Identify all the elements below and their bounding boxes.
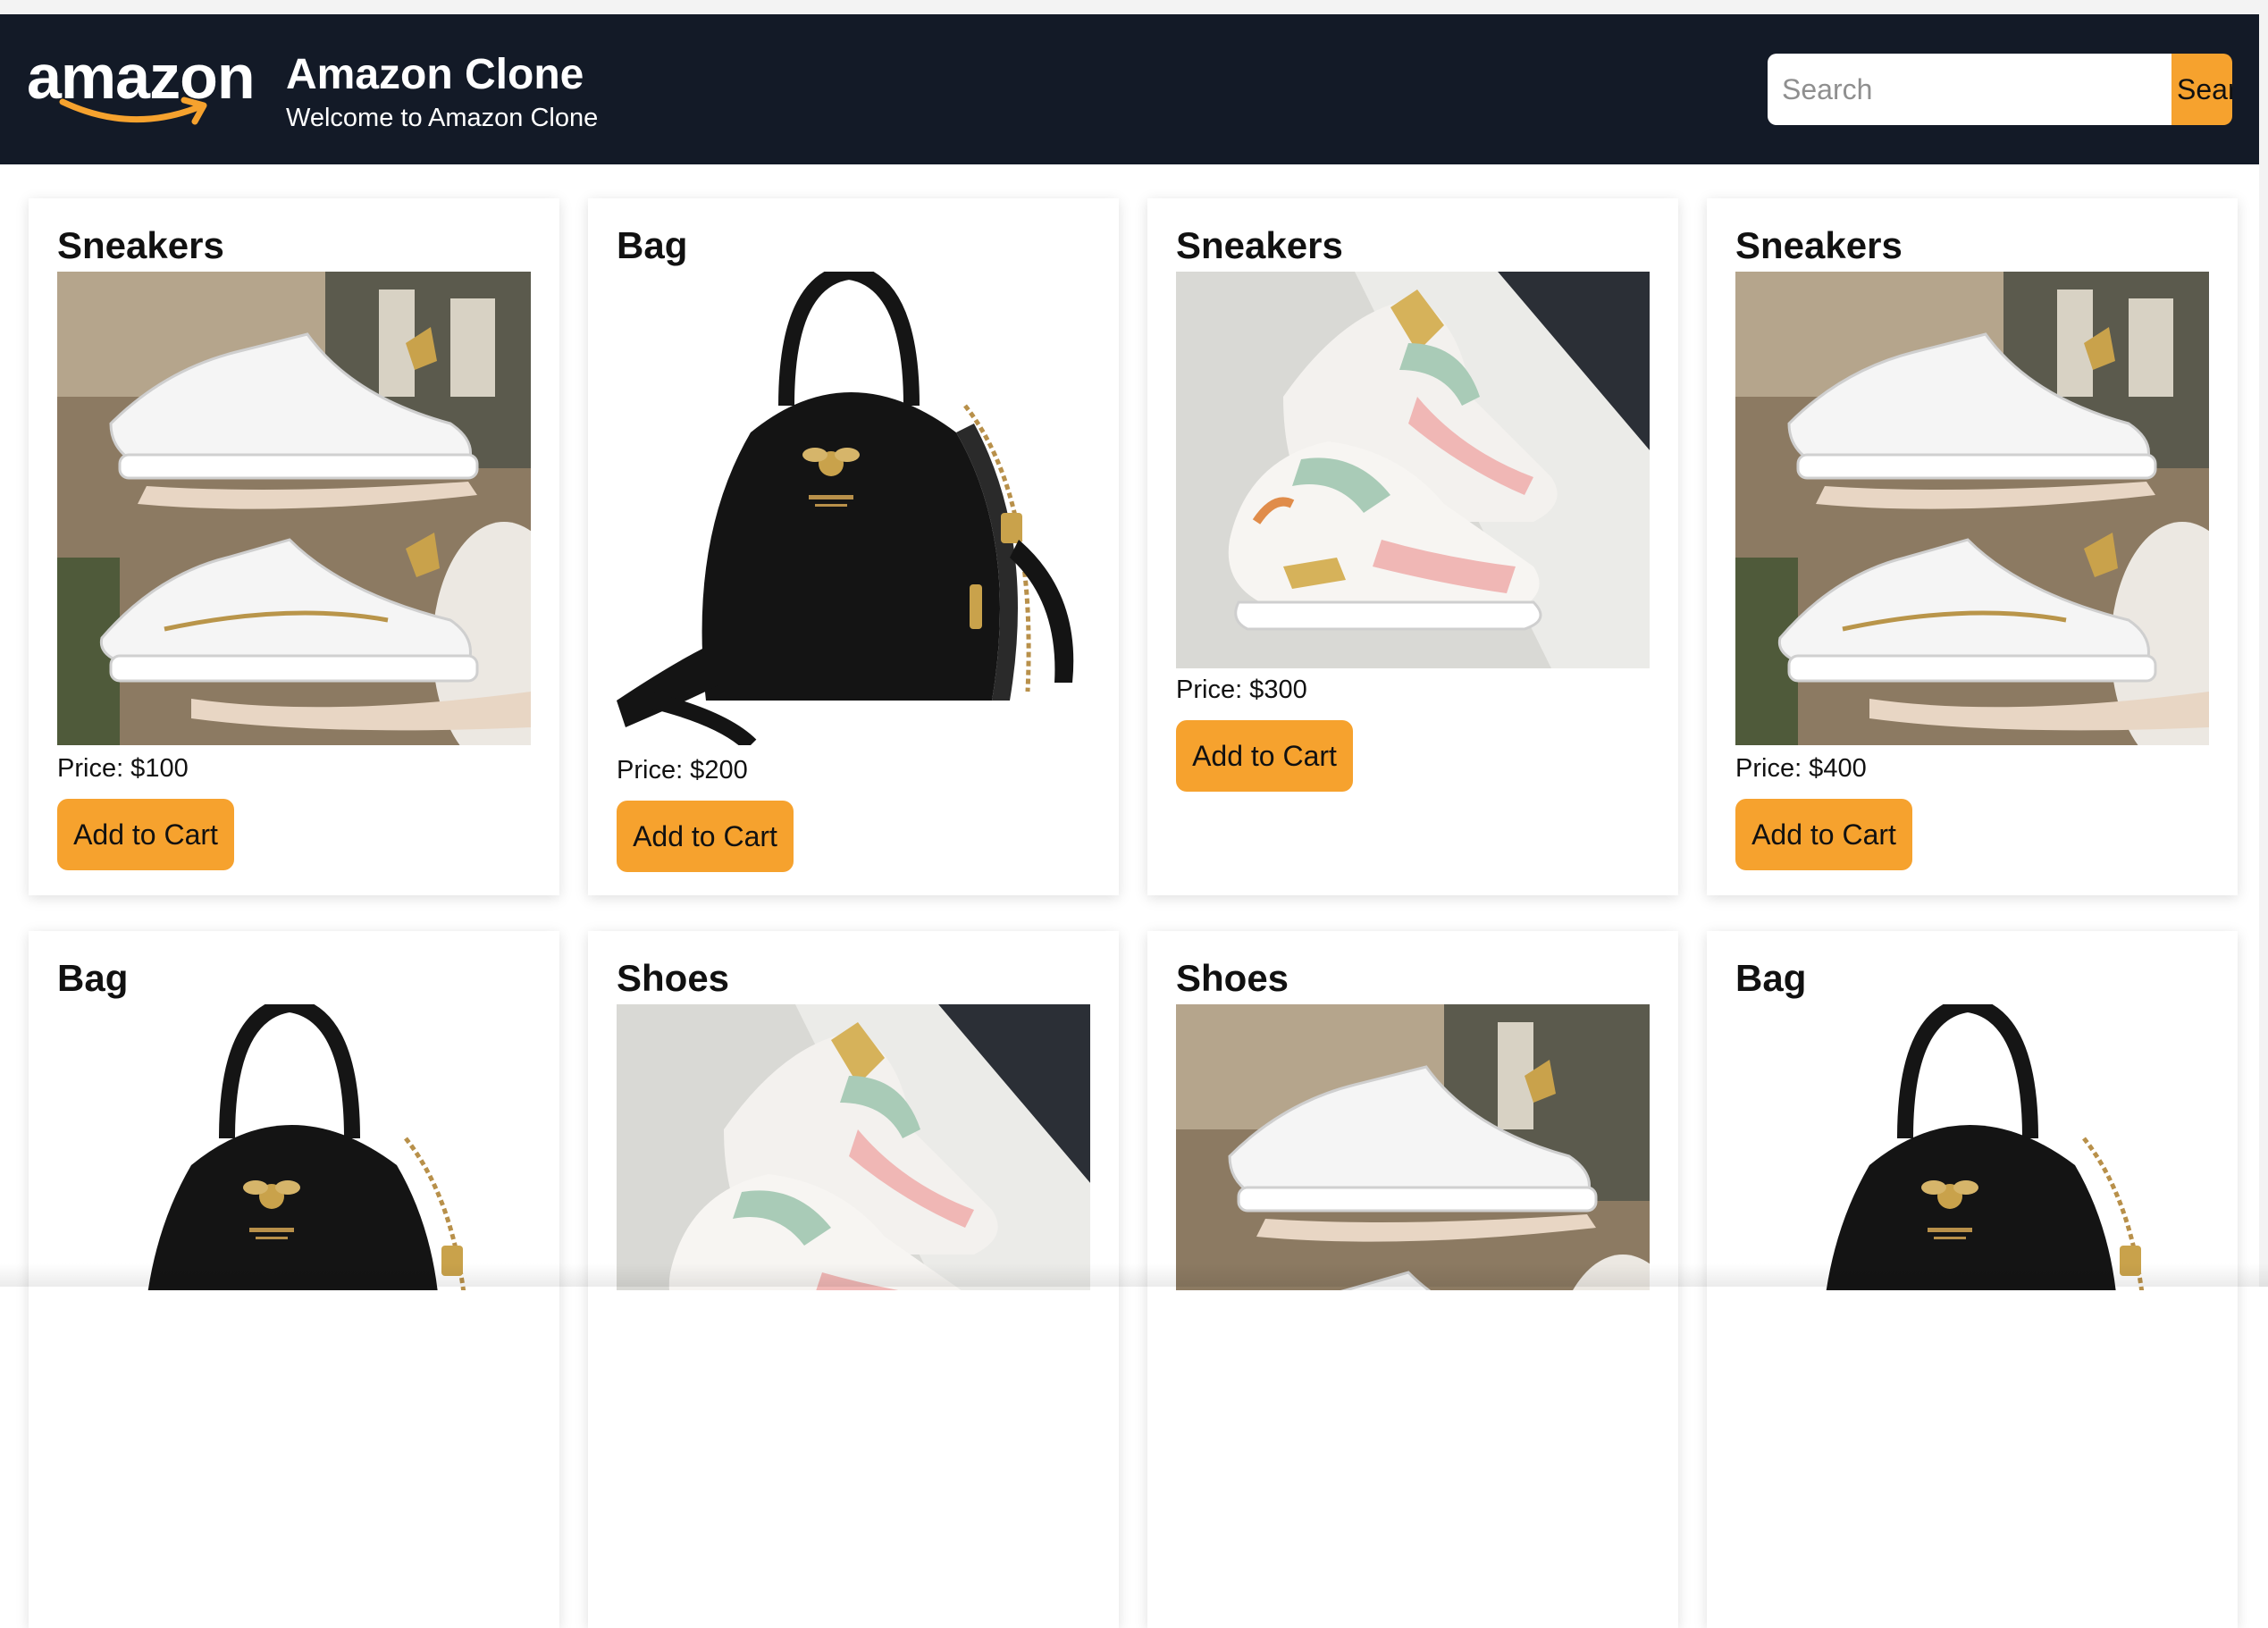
product-title: Bag: [57, 957, 129, 999]
product-title: Sneakers: [57, 224, 224, 266]
add-to-cart-button[interactable]: Add to Cart: [1176, 720, 1353, 792]
site-header: amazon Amazon Clone Welcome to Amazon Cl…: [0, 14, 2259, 164]
product-card: Sneakers Price: $400 Add to Cart: [1707, 198, 2238, 895]
site-subtitle: Welcome to Amazon Clone: [286, 104, 599, 132]
product-image: [1176, 272, 1650, 668]
white-sneakers-image: [1735, 272, 2209, 745]
product-title: Shoes: [1176, 957, 1289, 999]
product-price: Price: $300: [1176, 676, 1307, 704]
product-image: [617, 272, 1090, 745]
amazon-logo[interactable]: amazon: [27, 39, 259, 138]
add-to-cart-button[interactable]: Add to Cart: [617, 801, 794, 872]
smile-arrow-icon: [59, 97, 207, 125]
product-price: Price: $200: [617, 756, 748, 785]
black-bag-image: [57, 1004, 531, 1290]
product-image: [1735, 272, 2209, 745]
product-image: [617, 1004, 1090, 1290]
product-image: [1735, 1004, 2209, 1290]
search-bar: Search: [1768, 54, 2232, 125]
product-title: Sneakers: [1176, 224, 1343, 266]
pastel-sneakers-image: [617, 1004, 1090, 1290]
site-title: Amazon Clone: [286, 51, 584, 98]
product-title: Sneakers: [1735, 224, 1903, 266]
add-to-cart-button[interactable]: Add to Cart: [57, 799, 234, 870]
product-card: Bag Price: $200 Add to Cart: [588, 198, 1119, 895]
product-card: Sneakers Price: $100 Add to Cart: [29, 198, 559, 895]
black-bag-image: [617, 272, 1090, 745]
product-image: [1176, 1004, 1650, 1290]
product-price: Price: $400: [1735, 754, 1867, 783]
search-button[interactable]: Search: [2171, 54, 2232, 125]
product-image: [57, 272, 531, 745]
add-to-cart-button[interactable]: Add to Cart: [1735, 799, 1912, 870]
product-title: Shoes: [617, 957, 730, 999]
product-title: Bag: [1735, 957, 1807, 999]
product-image: [57, 1004, 531, 1290]
product-title: Bag: [617, 224, 688, 266]
white-sneakers-image: [57, 272, 531, 745]
bottom-fade: [0, 1263, 2268, 1287]
browser-top-strip: [0, 0, 2268, 14]
product-card: Sneakers Price: $300 Add to Cart: [1147, 198, 1678, 895]
product-price: Price: $100: [57, 754, 189, 783]
white-sneakers-image: [1176, 1004, 1650, 1290]
pastel-sneakers-image: [1176, 272, 1650, 668]
black-bag-image: [1735, 1004, 2209, 1290]
scrollbar-track[interactable]: [2259, 0, 2268, 1287]
search-input[interactable]: [1768, 54, 2171, 125]
